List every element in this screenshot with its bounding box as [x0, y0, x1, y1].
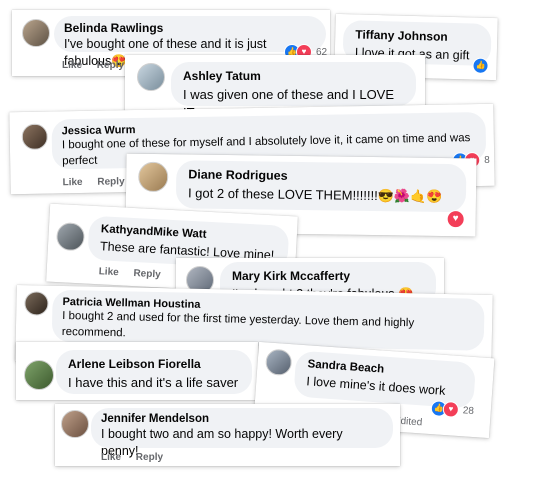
comment-bubble: Diane Rodrigues I got 2 of these LOVE TH… [175, 160, 467, 213]
comment-card-arlene: Arlene Leibson Fiorella I have this and … [16, 342, 258, 400]
commenter-name[interactable]: Arlene Leibson Fiorella [68, 357, 240, 371]
comment-actions: Like Reply [98, 266, 173, 281]
avatar[interactable] [61, 410, 89, 438]
comment-bubble: Ashley Tatum I was given one of these an… [171, 62, 416, 120]
commenter-name[interactable]: Ashley Tatum [183, 69, 404, 83]
like-link[interactable]: Like [98, 266, 119, 278]
comment-card-jennifer: Jennifer Mendelson I bought two and am s… [55, 404, 400, 466]
avatar[interactable] [137, 63, 165, 91]
avatar[interactable] [138, 161, 169, 193]
comment-bubble: Sandra Beach I love mine's it does work [293, 350, 477, 409]
love-reaction-icon: ♥ [446, 210, 465, 229]
reply-link[interactable]: Reply [97, 60, 124, 71]
commenter-name[interactable]: Tiffany Johnson [355, 27, 479, 44]
avatar[interactable] [22, 19, 50, 47]
reaction-summary[interactable]: ♥ [446, 210, 465, 229]
reaction-summary[interactable]: 👍 ♥ 28 [430, 400, 475, 419]
like-link[interactable]: Like [101, 452, 121, 463]
comment-bubble: Jennifer Mendelson I bought two and am s… [91, 408, 393, 458]
commenter-name[interactable]: Jennifer Mendelson [101, 413, 383, 425]
avatar[interactable] [264, 348, 293, 377]
reply-link[interactable]: Reply [97, 176, 124, 187]
reaction-count: 8 [484, 154, 490, 166]
commenter-name[interactable]: Belinda Rawlings [64, 21, 316, 35]
comment-actions: Like Reply [101, 452, 175, 463]
like-link[interactable]: Like [62, 60, 82, 71]
like-link[interactable]: Like [62, 177, 82, 188]
like-reaction-icon: 👍 [472, 57, 489, 74]
reply-link[interactable]: Reply [136, 452, 163, 463]
avatar[interactable] [55, 221, 86, 252]
comment-text: I have this and it's a life saver [68, 375, 239, 390]
reaction-summary[interactable]: 👍 [472, 57, 489, 74]
avatar[interactable] [24, 291, 49, 316]
love-reaction-icon: ♥ [442, 400, 460, 418]
avatar[interactable] [24, 360, 54, 390]
comment-bubble: Arlene Leibson Fiorella I have this and … [56, 350, 252, 394]
reply-link[interactable]: Reply [133, 268, 161, 280]
commenter-name[interactable]: Mary Kirk Mccafferty [232, 269, 424, 283]
reaction-count: 28 [462, 404, 475, 417]
comment-text: I got 2 of these LOVE THEM!!!!!!!😎🌺🤙😍 [187, 185, 443, 204]
avatar[interactable] [21, 123, 48, 151]
comment-card-ashley: Ashley Tatum I was given one of these an… [125, 55, 425, 120]
commenter-name[interactable]: Diane Rodrigues [188, 167, 454, 185]
